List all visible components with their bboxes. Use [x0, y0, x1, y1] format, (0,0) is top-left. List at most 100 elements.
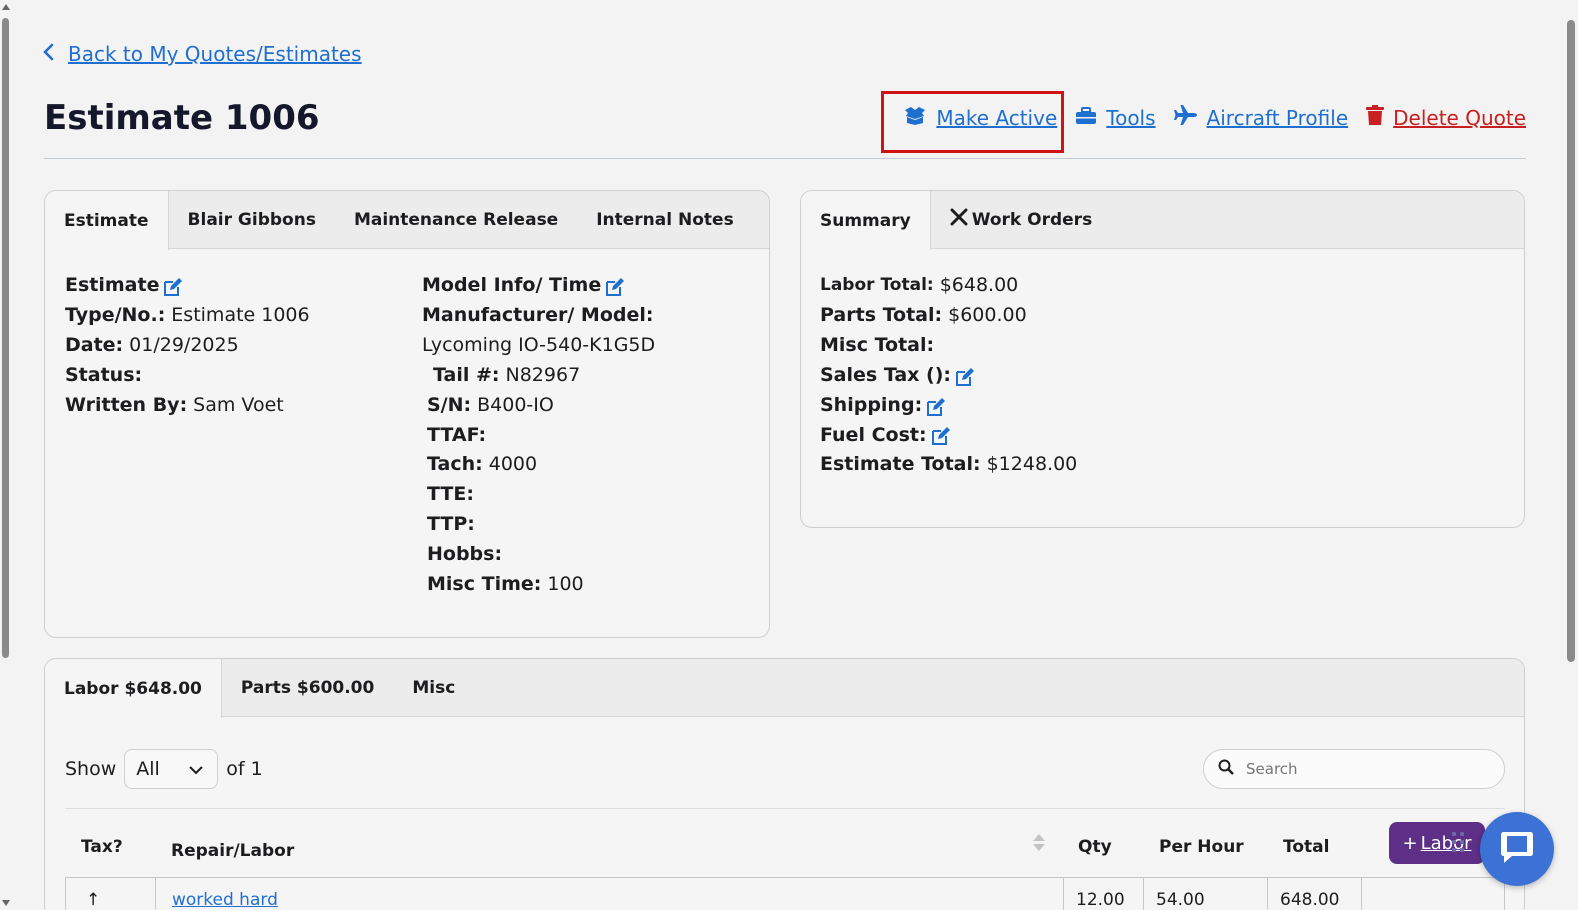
shipping-label: Shipping: [820, 393, 923, 416]
col-per-hour[interactable]: Per Hour [1159, 837, 1244, 857]
labor-item-link[interactable]: worked hard [172, 890, 278, 910]
right-scrollbar[interactable] [1564, 0, 1578, 910]
tail-label: Tail #: [433, 363, 500, 386]
estimate-total-label: Estimate Total: [820, 453, 981, 476]
aircraft-profile-link[interactable]: Aircraft Profile [1207, 106, 1349, 130]
trash-icon [1366, 105, 1385, 130]
labor-total-label: Labor Total: [820, 275, 934, 295]
tab-work-orders[interactable]: Work Orders [931, 191, 1111, 248]
edit-icon[interactable] [931, 426, 950, 446]
edit-icon[interactable] [926, 397, 946, 416]
written-by-value: Sam Voet [193, 393, 284, 416]
manufacturer-value: Lycoming IO-540-K1G5D [422, 333, 656, 356]
show-label: Show [65, 758, 117, 780]
ttp-label: TTP: [427, 513, 475, 536]
scroll-up-arrow[interactable] [2, 4, 10, 10]
col-tax[interactable]: Tax? [81, 837, 123, 857]
table-divider [65, 808, 1505, 809]
header-divider [44, 158, 1526, 159]
scrollbar-thumb[interactable] [1567, 20, 1575, 662]
manufacturer-label: Manufacturer/ Model: [422, 303, 654, 326]
aircraft-profile-action[interactable]: Aircraft Profile [1173, 105, 1349, 130]
summary-panel: Summary Work Orders Labor Total: $648.00 … [800, 190, 1525, 528]
estimate-heading: Estimate [65, 274, 160, 296]
edit-icon[interactable] [605, 277, 625, 296]
col-qty[interactable]: Qty [1078, 837, 1112, 857]
col-repair-labor[interactable]: Repair/Labor [171, 841, 294, 861]
page-size-value: All [136, 758, 160, 780]
tab-blair-gibbons[interactable]: Blair Gibbons [169, 191, 335, 248]
date-value: 01/29/2025 [129, 333, 239, 356]
parts-total-value: $600.00 [948, 303, 1027, 326]
tools-cross-icon [950, 208, 968, 231]
row-tax: ↑ [66, 878, 156, 910]
delete-quote-action[interactable]: Delete Quote [1366, 105, 1526, 130]
page-title: Estimate 1006 [44, 98, 320, 138]
row-labor-cell: worked hard [156, 878, 1064, 910]
row-per-hour: 54.00 [1144, 878, 1268, 910]
tab-misc[interactable]: Misc [393, 659, 474, 716]
col-total[interactable]: Total [1283, 837, 1329, 857]
labor-total-value: $648.00 [939, 274, 1019, 296]
status-label: Status: [65, 363, 143, 386]
tools-action[interactable]: Tools [1075, 106, 1156, 130]
work-orders-label: Work Orders [971, 209, 1093, 230]
delete-quote-link[interactable]: Delete Quote [1393, 106, 1526, 130]
drag-handle-icon[interactable] [1452, 832, 1464, 852]
row-total: 648.00 [1268, 878, 1362, 910]
tab-estimate[interactable]: Estimate [45, 191, 169, 250]
type-value: Estimate 1006 [171, 303, 310, 326]
estimate-details: Estimate Type/No.: Estimate 1006 Date: 01/… [65, 271, 310, 421]
edit-icon[interactable] [163, 277, 183, 296]
estimate-total-value: $1248.00 [986, 453, 1078, 476]
ttaf-label: TTAF: [427, 423, 487, 446]
search-icon [1218, 759, 1234, 779]
sales-tax-label: Sales Tax (): [820, 363, 951, 386]
chevron-left-icon [42, 42, 54, 66]
tab-internal-notes[interactable]: Internal Notes [577, 191, 752, 248]
back-to-quotes-link[interactable]: Back to My Quotes/Estimates [68, 42, 362, 66]
type-label: Type/No.: [65, 303, 166, 326]
tab-labor[interactable]: Labor $648.00 [45, 659, 222, 718]
summary-tabs: Summary Work Orders [801, 191, 1524, 250]
chevron-down-icon [189, 758, 203, 780]
table-row: ↑ worked hard 12.00 54.00 648.00 [65, 877, 1505, 910]
chat-widget-button[interactable] [1480, 812, 1554, 886]
search-box[interactable] [1203, 749, 1505, 789]
misc-time-label: Misc Time: [427, 573, 542, 596]
summary-details: Labor Total: $648.00 Parts Total: $600.00 … [820, 271, 1077, 480]
info-tabs: Estimate Blair Gibbons Maintenance Relea… [45, 191, 769, 250]
sort-icon[interactable] [1033, 834, 1045, 851]
edit-icon[interactable] [955, 367, 974, 386]
line-items-panel: Labor $648.00 Parts $600.00 Misc Show Al… [44, 658, 1525, 910]
tab-parts[interactable]: Parts $600.00 [222, 659, 393, 716]
page-size-control: Show All of 1 [65, 749, 263, 789]
page-count: of 1 [226, 758, 263, 780]
tab-maintenance-release[interactable]: Maintenance Release [335, 191, 577, 248]
misc-time-value: 100 [547, 573, 584, 596]
page-size-select[interactable]: All [124, 749, 219, 789]
written-by-label: Written By: [65, 393, 188, 416]
row-qty: 12.00 [1064, 878, 1144, 910]
scrollbar-thumb[interactable] [2, 18, 9, 658]
date-label: Date: [65, 333, 124, 356]
scroll-down-arrow[interactable] [2, 900, 10, 906]
fuel-cost-label: Fuel Cost: [820, 423, 927, 446]
sn-value: B400-IO [477, 393, 554, 416]
add-labor-button[interactable]: + Labor [1389, 822, 1485, 864]
tools-link[interactable]: Tools [1106, 106, 1155, 130]
tach-label: Tach: [427, 453, 483, 476]
tach-value: 4000 [488, 453, 538, 476]
parts-total-label: Parts Total: [820, 303, 943, 326]
hobbs-label: Hobbs: [427, 543, 503, 566]
tab-summary[interactable]: Summary [801, 191, 931, 250]
misc-total-label: Misc Total: [820, 333, 935, 356]
model-details: Model Info/ Time Manufacturer/ Model: Ly… [422, 271, 655, 600]
sn-label: S/N: [427, 393, 472, 416]
tte-label: TTE: [427, 483, 474, 506]
left-scrollbar[interactable] [0, 0, 12, 910]
airplane-icon [1173, 105, 1198, 130]
search-input[interactable] [1246, 760, 1476, 778]
toolbox-icon [1075, 106, 1097, 130]
highlight-box [881, 91, 1064, 153]
